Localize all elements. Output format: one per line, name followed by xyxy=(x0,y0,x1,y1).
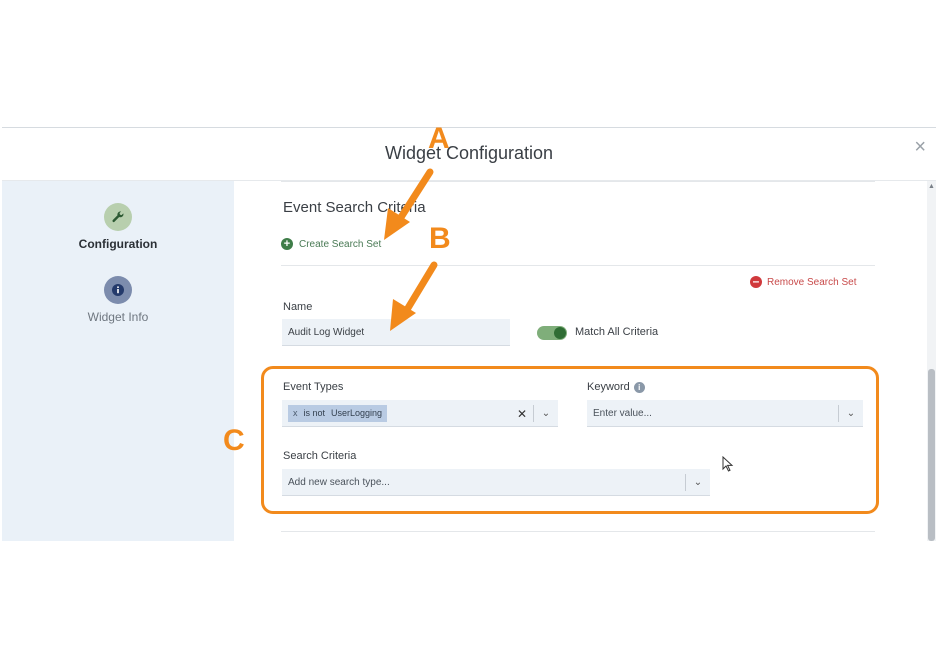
create-search-set-label: Create Search Set xyxy=(299,238,382,250)
sidebar-item-configuration[interactable]: Configuration xyxy=(2,203,234,251)
annotation-letter-a: A xyxy=(428,122,450,155)
plus-circle-icon: + xyxy=(281,238,293,250)
name-label: Name xyxy=(283,301,313,313)
remove-search-set-label: Remove Search Set xyxy=(767,276,857,288)
modal-title: Widget Configuration xyxy=(384,143,554,163)
section-title: Event Search Criteria xyxy=(283,199,426,216)
name-input-value: Audit Log Widget xyxy=(288,326,365,338)
remove-search-set-link[interactable]: – Remove Search Set xyxy=(750,275,857,288)
scroll-thumb[interactable] xyxy=(928,369,935,541)
wrench-icon xyxy=(104,203,132,231)
scrollbar[interactable]: ▲ xyxy=(927,181,936,541)
sidebar-item-widget-info[interactable]: Widget Info xyxy=(2,276,234,324)
annotation-letter-b: B xyxy=(429,222,451,255)
minus-circle-icon: – xyxy=(750,275,762,288)
divider xyxy=(281,265,875,266)
match-all-criteria-label: Match All Criteria xyxy=(575,326,659,338)
sidebar-item-label: Configuration xyxy=(78,237,158,251)
sidebar: Configuration Widget Info xyxy=(2,181,234,541)
divider xyxy=(281,531,875,532)
modal-header: Widget Configuration × xyxy=(2,128,936,181)
mouse-cursor-icon xyxy=(722,456,734,472)
divider xyxy=(281,181,875,182)
close-icon[interactable]: × xyxy=(914,136,926,159)
create-search-set-link[interactable]: + Create Search Set xyxy=(281,238,381,250)
annotation-letter-c: C xyxy=(223,424,245,457)
scroll-up-icon[interactable]: ▲ xyxy=(928,183,935,190)
match-all-criteria-toggle[interactable] xyxy=(537,326,567,340)
annotation-box-c xyxy=(261,366,879,514)
toggle-knob xyxy=(554,327,566,339)
sidebar-item-label: Widget Info xyxy=(87,310,149,324)
name-input[interactable]: Audit Log Widget xyxy=(282,319,510,346)
info-circle-icon xyxy=(104,276,132,304)
